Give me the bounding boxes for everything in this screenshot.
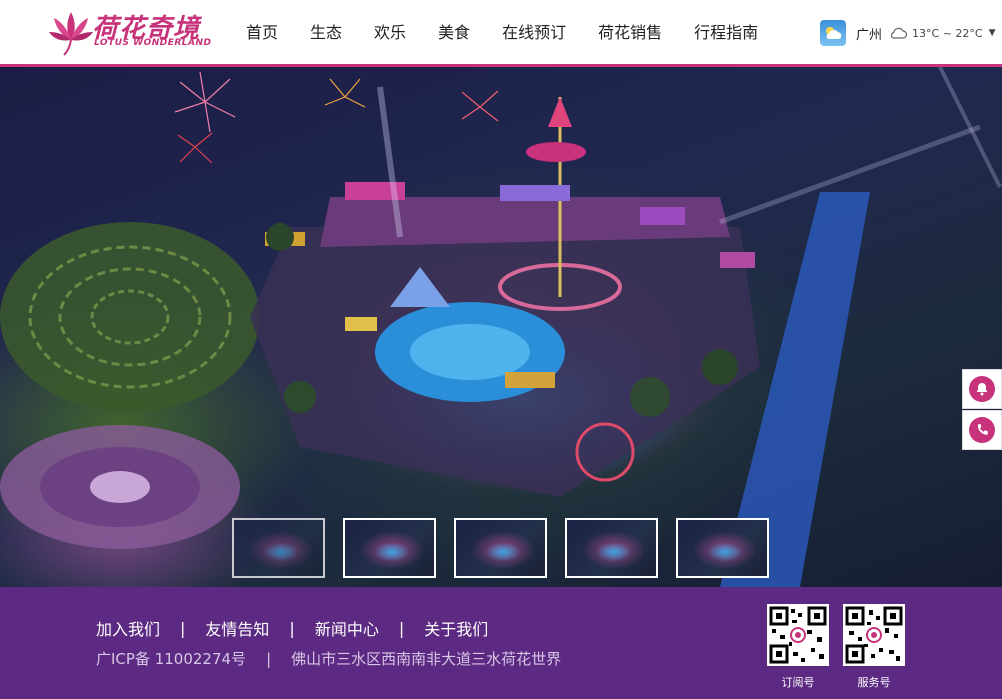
phone-icon (969, 417, 995, 443)
qr-label: 订阅号 (781, 676, 815, 689)
nav-food[interactable]: 美食 (422, 0, 486, 64)
footer-link-notice[interactable]: 友情告知 (205, 616, 269, 640)
banner-thumbnail[interactable] (565, 518, 658, 578)
weather-temp: 13°C ~ 22°C (912, 26, 983, 40)
qr-code-icon (843, 604, 905, 666)
footer-link-join[interactable]: 加入我们 (96, 616, 160, 640)
footer-info: 广ICP备 11002274号 | 佛山市三水区西南南非大道三水荷花世界 (96, 648, 561, 669)
qr-service: 服务号 (843, 604, 905, 690)
logo-subtitle: LOTUS WONDERLAND (94, 38, 212, 48)
footer-separator: | (266, 649, 272, 668)
logo[interactable]: 荷花奇境 LOTUS WONDERLAND (48, 6, 211, 58)
phone-button[interactable] (962, 410, 1002, 450)
main-nav: 首页 生态 欢乐 美食 在线预订 荷花销售 行程指南 (230, 0, 774, 64)
footer-link-about[interactable]: 关于我们 (424, 616, 488, 640)
qr-subscription: 订阅号 (767, 604, 829, 690)
footer-separator: | (180, 618, 186, 638)
icp-number: 广ICP备 11002274号 (96, 650, 247, 668)
nav-home[interactable]: 首页 (230, 0, 294, 64)
banner-thumbnail[interactable] (232, 518, 325, 578)
footer-link-news[interactable]: 新闻中心 (315, 616, 379, 640)
cloudy-icon (890, 27, 908, 39)
address: 佛山市三水区西南南非大道三水荷花世界 (291, 650, 562, 668)
nav-fun[interactable]: 欢乐 (358, 0, 422, 64)
park-illustration (0, 67, 1002, 587)
footer: 加入我们 | 友情告知 | 新闻中心 | 关于我们 广ICP备 11002274… (0, 587, 1002, 699)
header: 荷花奇境 LOTUS WONDERLAND 首页 生态 欢乐 美食 在线预订 荷… (0, 0, 1002, 64)
footer-separator: | (398, 618, 405, 638)
nav-lotus-sales[interactable]: 荷花销售 (582, 0, 678, 64)
hero-banner (0, 67, 1002, 587)
banner-thumbnail[interactable] (343, 518, 436, 578)
bell-icon (969, 376, 995, 402)
banner-thumbnail[interactable] (676, 518, 769, 578)
weather-widget[interactable]: 广州 13°C ~ 22°C ▼ (820, 18, 996, 48)
banner-thumbnails (232, 518, 769, 578)
customer-service-button[interactable] (962, 369, 1002, 409)
lotus-logo-icon (49, 12, 93, 56)
weather-badge-icon (820, 20, 846, 46)
banner-thumbnail[interactable] (454, 518, 547, 578)
qr-code-icon (767, 604, 829, 666)
nav-ecology[interactable]: 生态 (294, 0, 358, 64)
weather-city: 广州 (856, 27, 883, 43)
nav-guide[interactable]: 行程指南 (678, 0, 774, 64)
nav-booking[interactable]: 在线预订 (486, 0, 582, 64)
footer-separator: | (289, 618, 295, 638)
footer-links: 加入我们 | 友情告知 | 新闻中心 | 关于我们 (96, 616, 488, 640)
qr-label: 服务号 (857, 676, 891, 689)
chevron-down-icon[interactable]: ▼ (989, 28, 996, 38)
